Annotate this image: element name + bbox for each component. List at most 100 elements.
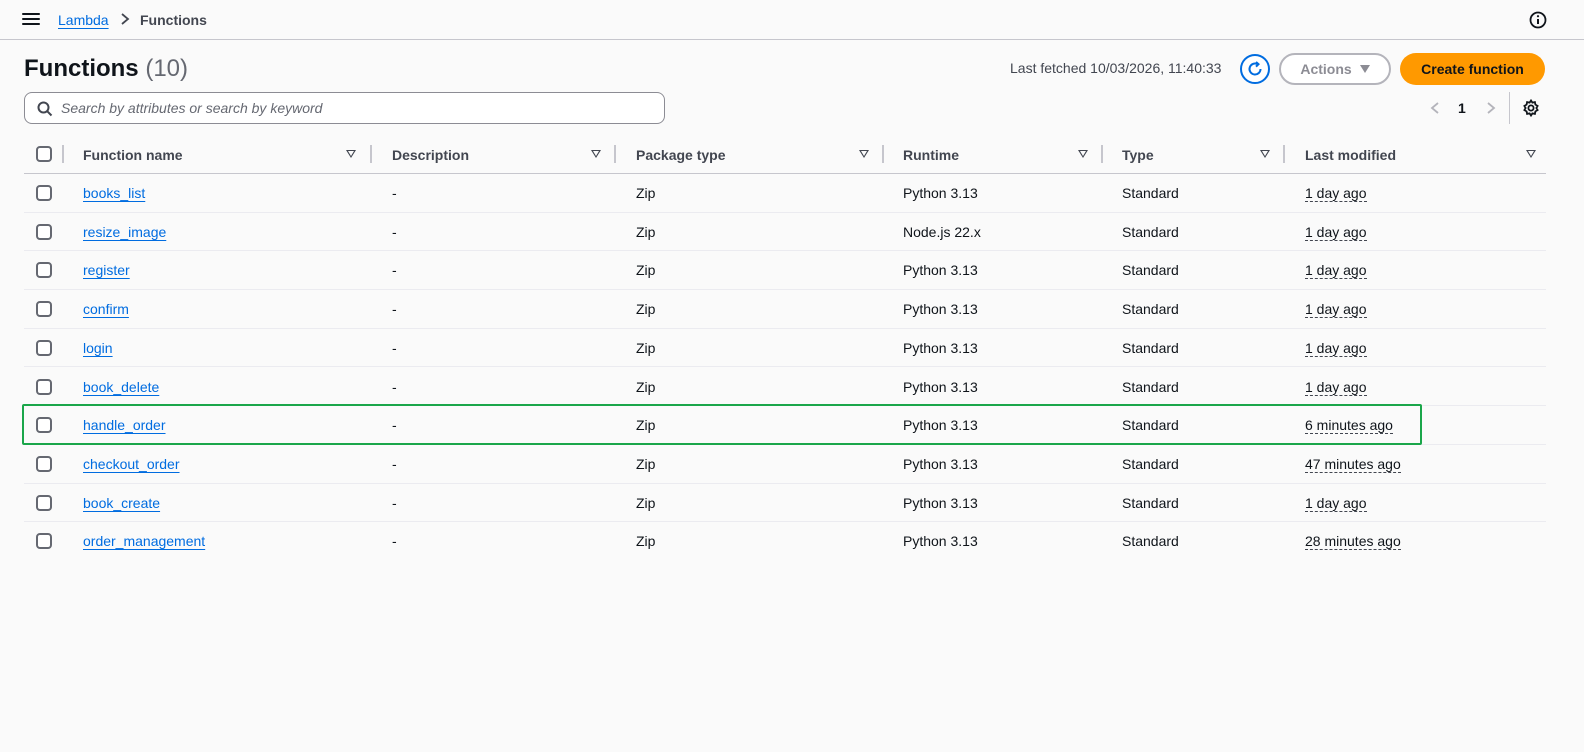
search-box [24, 92, 665, 124]
chevron-left-icon[interactable] [1428, 100, 1442, 116]
package-type-cell: Zip [636, 417, 656, 434]
function-name-link[interactable]: order_management [83, 533, 205, 549]
type-cell: Standard [1122, 533, 1179, 550]
table-row[interactable]: login - Zip Python 3.13 Standard 1 day ago [24, 329, 1546, 368]
function-name-link[interactable]: register [83, 262, 130, 278]
row-checkbox[interactable] [36, 301, 52, 318]
package-type-cell: Zip [636, 185, 656, 201]
description-cell: - [392, 185, 397, 201]
column-divider [614, 145, 616, 163]
description-cell: - [392, 262, 397, 279]
last-modified-cell[interactable]: 1 day ago [1305, 262, 1367, 280]
row-checkbox[interactable] [36, 455, 52, 472]
runtime-cell: Python 3.13 [903, 533, 978, 550]
gear-icon[interactable] [1522, 99, 1540, 117]
last-modified-cell[interactable]: 28 minutes ago [1305, 533, 1401, 551]
last-modified-cell[interactable]: 1 day ago [1305, 379, 1367, 396]
last-modified-cell[interactable]: 1 day ago [1305, 224, 1367, 241]
row-checkbox[interactable] [36, 223, 52, 240]
column-header-type[interactable]: Type [1101, 135, 1283, 173]
column-header-runtime[interactable]: Runtime [882, 135, 1101, 173]
function-count: (10) [145, 55, 189, 82]
last-fetched-text: Last fetched 10/03/2026, 11:40:33 [1010, 60, 1222, 76]
column-label: Type [1122, 147, 1154, 163]
package-type-cell: Zip [636, 494, 656, 511]
search-input[interactable] [61, 93, 656, 123]
column-label: Function name [83, 147, 183, 163]
column-divider [882, 145, 884, 163]
table-row[interactable]: book_create - Zip Python 3.13 Standard 1 day … [24, 484, 1546, 523]
column-label: Runtime [903, 147, 959, 163]
description-cell: - [392, 533, 397, 550]
function-name-link[interactable]: resize_image [83, 224, 166, 240]
function-name-link[interactable]: confirm [83, 301, 129, 317]
table-row[interactable]: order_management - Zip Python 3.13 Standard 2… [24, 522, 1546, 561]
description-cell: - [392, 301, 397, 318]
sort-icon[interactable] [1526, 150, 1536, 158]
column-header-function-name[interactable]: Function name [62, 135, 372, 173]
column-header-package-type[interactable]: Package type [614, 135, 882, 173]
row-checkbox[interactable] [36, 494, 52, 511]
column-header-last-modified[interactable]: Last modified [1283, 135, 1546, 173]
function-name-link[interactable]: book_create [83, 495, 160, 511]
row-checkbox[interactable] [36, 533, 52, 550]
page-number[interactable]: 1 [1458, 100, 1466, 116]
description-cell: - [392, 378, 397, 395]
select-all-checkbox[interactable] [36, 146, 52, 162]
runtime-cell: Python 3.13 [903, 417, 978, 434]
runtime-cell: Python 3.13 [903, 185, 978, 201]
table-row[interactable]: handle_order - Zip Python 3.13 Standard 6 min… [24, 406, 1546, 445]
table-row[interactable]: books_list - Zip Python 3.13 Standard 1 day a… [24, 174, 1546, 213]
runtime-cell: Node.js 22.x [903, 223, 981, 240]
runtime-cell: Python 3.13 [903, 494, 978, 511]
row-checkbox[interactable] [36, 262, 52, 279]
last-modified-cell[interactable]: 1 day ago [1305, 495, 1367, 512]
chevron-right-icon[interactable] [1484, 100, 1498, 116]
sort-icon[interactable] [346, 150, 356, 158]
breadcrumb-lambda-link[interactable]: Lambda [58, 12, 109, 28]
table-row[interactable]: confirm - Zip Python 3.13 Standard 1 day ago [24, 290, 1546, 329]
hamburger-icon[interactable] [22, 11, 40, 29]
function-name-link[interactable]: checkout_order [83, 456, 180, 472]
description-cell: - [392, 339, 397, 356]
row-checkbox[interactable] [36, 185, 52, 201]
table-row[interactable]: register - Zip Python 3.13 Standard 1 day ago [24, 251, 1546, 291]
actions-dropdown-button[interactable]: Actions [1279, 53, 1391, 85]
last-modified-cell[interactable]: 6 minutes ago [1305, 417, 1393, 435]
runtime-cell: Python 3.13 [903, 378, 978, 395]
function-name-link[interactable]: book_delete [83, 379, 159, 395]
type-cell: Standard [1122, 339, 1179, 356]
create-function-button[interactable]: Create function [1400, 53, 1545, 85]
column-divider [370, 145, 372, 163]
type-cell: Standard [1122, 262, 1179, 279]
pagination-divider [1509, 92, 1510, 124]
sort-icon[interactable] [859, 150, 869, 158]
package-type-cell: Zip [636, 455, 656, 472]
last-modified-cell[interactable]: 47 minutes ago [1305, 456, 1401, 473]
sort-icon[interactable] [591, 150, 601, 158]
refresh-button[interactable] [1240, 54, 1270, 84]
function-name-link[interactable]: handle_order [83, 417, 166, 433]
last-modified-cell[interactable]: 1 day ago [1305, 185, 1367, 202]
sort-icon[interactable] [1260, 150, 1270, 158]
refresh-icon [1248, 61, 1262, 76]
table-row[interactable]: checkout_order - Zip Python 3.13 Standard 47 … [24, 445, 1546, 484]
top-navigation-bar: Lambda Functions [0, 0, 1584, 40]
function-name-link[interactable]: login [83, 340, 113, 356]
row-checkbox[interactable] [36, 339, 52, 356]
table-row[interactable]: resize_image - Zip Node.js 22.x Standard 1 da… [24, 213, 1546, 252]
description-cell: - [392, 223, 397, 240]
function-name-link[interactable]: books_list [83, 185, 145, 201]
row-checkbox[interactable] [36, 378, 52, 395]
row-checkbox[interactable] [36, 417, 52, 434]
column-header-description[interactable]: Description [370, 135, 614, 173]
info-icon[interactable] [1529, 11, 1547, 29]
type-cell: Standard [1122, 417, 1179, 434]
last-modified-cell[interactable]: 1 day ago [1305, 301, 1367, 319]
table-row[interactable]: book_delete - Zip Python 3.13 Standard 1 day … [24, 368, 1546, 407]
package-type-cell: Zip [636, 301, 656, 318]
column-divider [62, 145, 64, 163]
sort-icon[interactable] [1078, 150, 1088, 158]
last-modified-cell[interactable]: 1 day ago [1305, 340, 1367, 357]
package-type-cell: Zip [636, 339, 656, 356]
